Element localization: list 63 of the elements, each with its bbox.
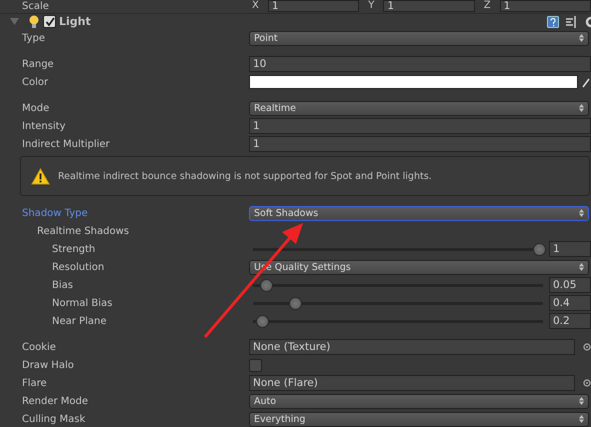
- property-label: Flare: [21, 378, 47, 388]
- checkbox[interactable]: [249, 358, 262, 372]
- slider-thumb[interactable]: [256, 314, 269, 328]
- number-field[interactable]: 1: [500, 0, 591, 12]
- lightbulb-icon: [28, 14, 40, 28]
- property-label: Render Mode: [21, 396, 88, 406]
- property-label: Indirect Multiplier: [21, 138, 110, 150]
- eyedropper-icon[interactable]: [582, 76, 591, 88]
- property-label: Bias: [51, 280, 73, 290]
- dropdown-arrows-icon: [579, 415, 584, 423]
- property-label: Scale: [21, 1, 49, 12]
- object-picker-icon[interactable]: [583, 379, 591, 387]
- dropdown-arrows-icon: [579, 34, 584, 42]
- number-field[interactable]: 1: [549, 241, 591, 257]
- axis-label: Y: [367, 0, 376, 12]
- number-field[interactable]: 0.2: [549, 313, 591, 329]
- property-label: Realtime Shadows: [36, 226, 129, 236]
- slider-thumb[interactable]: [289, 296, 302, 310]
- number-field[interactable]: 1: [268, 0, 360, 12]
- slider-thumb[interactable]: [533, 242, 546, 256]
- object-picker-icon[interactable]: [583, 343, 591, 351]
- property-label: Strength: [51, 244, 96, 254]
- number-field[interactable]: 1: [249, 136, 591, 152]
- dropdown[interactable]: Everything: [249, 412, 589, 426]
- dropdown-arrows-icon: [579, 263, 584, 271]
- property-label: Culling Mask: [21, 414, 86, 424]
- number-field[interactable]: 0.4: [549, 295, 591, 311]
- dropdown-arrows-icon: [579, 209, 584, 217]
- property-label: Intensity: [21, 120, 66, 132]
- help-icon[interactable]: [547, 16, 559, 28]
- presets-icon[interactable]: [566, 16, 578, 28]
- dropdown[interactable]: Realtime: [249, 100, 589, 116]
- dropdown[interactable]: Point: [249, 30, 589, 46]
- property-label: Shadow Type: [21, 208, 88, 218]
- number-field[interactable]: 1: [249, 118, 591, 134]
- number-field[interactable]: 1: [383, 0, 475, 12]
- warning-icon: [31, 168, 50, 184]
- dropdown[interactable]: Auto: [249, 394, 589, 408]
- property-label: Cookie: [21, 342, 56, 352]
- slider-thumb[interactable]: [260, 278, 273, 292]
- axis-label: X: [251, 0, 260, 12]
- axis-label: Z: [482, 0, 492, 12]
- dropdown-arrows-icon: [579, 104, 584, 112]
- property-label: Range: [21, 58, 54, 70]
- property-label: Normal Bias: [51, 298, 112, 308]
- object-field[interactable]: None (Texture): [249, 339, 575, 355]
- property-label: Resolution: [51, 262, 104, 272]
- settings-icon[interactable]: [585, 16, 591, 28]
- color-field[interactable]: [249, 75, 578, 89]
- property-label: Color: [21, 76, 48, 88]
- property-label: Mode: [21, 102, 50, 114]
- property-label: Near Plane: [51, 316, 106, 326]
- warning-text: Realtime indirect bounce shadowing is not supported for Spot and Point lights.: [58, 170, 432, 182]
- object-field[interactable]: None (Flare): [249, 375, 575, 391]
- number-field[interactable]: 0.05: [549, 277, 591, 293]
- expand-triangle-icon[interactable]: [10, 17, 19, 26]
- property-label: Draw Halo: [21, 360, 74, 370]
- enabled-checkbox[interactable]: [43, 15, 56, 28]
- component-title: Light: [59, 15, 91, 28]
- dropdown[interactable]: Soft Shadows: [249, 206, 589, 220]
- dropdown-arrows-icon: [579, 397, 584, 405]
- property-label: Type: [21, 32, 45, 44]
- number-field[interactable]: 10: [249, 56, 591, 72]
